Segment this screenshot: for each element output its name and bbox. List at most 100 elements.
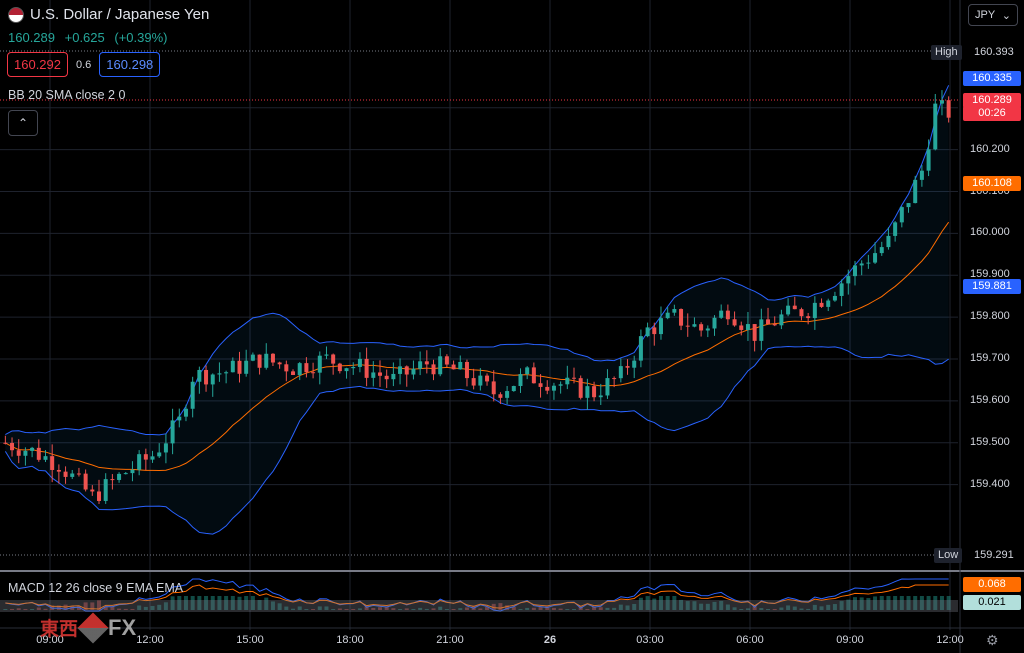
gear-icon[interactable]: ⚙ (986, 632, 999, 649)
candle-body (50, 456, 55, 470)
sell-button[interactable]: 160.292 (7, 52, 68, 77)
bb-upper-label: 160.335 (963, 71, 1021, 86)
price-chart[interactable] (0, 0, 1024, 653)
candle-body (879, 247, 884, 254)
candle-body (163, 443, 168, 453)
candle-body (56, 469, 61, 472)
y-tick-label: 159.600 (970, 393, 1010, 406)
candle-body (270, 353, 275, 363)
candle-body (792, 305, 797, 310)
candle-body (244, 360, 249, 374)
macd-value-label: 0.068 (963, 577, 1021, 592)
candle-body (832, 295, 837, 301)
candle-body (418, 361, 423, 369)
candle-body (183, 408, 188, 417)
collapse-legend-button[interactable]: ⌃ (8, 110, 38, 136)
x-tick-label: 18:00 (336, 634, 364, 646)
bb-lower-label: 159.881 (963, 279, 1021, 294)
y-tick-label: 160.200 (970, 142, 1010, 155)
candle-body (759, 319, 764, 341)
candle-body (538, 383, 543, 387)
candle-body (551, 385, 556, 391)
candle-body (324, 354, 329, 356)
candle-body (886, 235, 891, 248)
candle-body (150, 456, 155, 460)
candle-body (43, 456, 48, 460)
candle-body (424, 361, 429, 365)
candle-body (36, 447, 41, 460)
buy-button[interactable]: 160.298 (99, 52, 161, 77)
candle-body (612, 378, 617, 380)
candle-body (471, 378, 476, 386)
candle-body (23, 450, 28, 456)
candle-body (906, 203, 911, 208)
candle-body (699, 324, 704, 331)
candle-body (317, 355, 322, 373)
candle-body (919, 170, 924, 180)
candle-body (658, 318, 663, 335)
bb-basis-label: 160.108 (963, 176, 1021, 191)
candle-body (478, 375, 483, 386)
candle-body (839, 283, 844, 296)
candle-body (852, 265, 857, 277)
candle-body (632, 360, 637, 368)
spread-value: 0.6 (76, 58, 92, 71)
bb-legend[interactable]: BB 20 SMA close 2 0 (8, 88, 125, 102)
currency-select[interactable]: JPY ⌄ (968, 4, 1018, 26)
candle-body (558, 384, 563, 386)
candle-body (391, 373, 396, 380)
candle-body (946, 100, 951, 118)
candle-body (712, 317, 717, 329)
candle-body (545, 386, 550, 391)
candle-body (672, 309, 677, 313)
candle-body (819, 302, 824, 307)
x-tick-label: 15:00 (236, 634, 264, 646)
candle-body (264, 353, 269, 368)
candle-body (926, 149, 931, 171)
candle-body (625, 366, 630, 368)
candle-body (518, 374, 523, 387)
chevron-up-icon: ⌃ (17, 116, 29, 130)
candle-body (30, 447, 35, 451)
x-tick-label: 12:00 (136, 634, 164, 646)
candle-body (97, 491, 102, 501)
candle-body (411, 368, 416, 375)
candle-body (83, 473, 88, 490)
candle-body (505, 391, 510, 398)
diamond-icon (77, 611, 109, 644)
candle-body (806, 316, 811, 319)
candle-body (679, 309, 684, 326)
candle-body (913, 179, 918, 204)
candle-body (291, 371, 296, 376)
candle-body (404, 366, 409, 375)
candle-body (846, 276, 851, 284)
candle-body (585, 386, 590, 398)
candle-body (451, 364, 456, 370)
candle-body (364, 358, 369, 378)
candle-body (812, 302, 817, 319)
bb-fill (5, 85, 949, 535)
candle-body (331, 354, 336, 364)
y-tick-label: 159.800 (970, 310, 1010, 323)
candle-body (90, 489, 95, 492)
candle-body (565, 377, 570, 385)
candle-body (578, 378, 583, 398)
low-value: 159.291 (974, 549, 1014, 561)
candle-body (826, 300, 831, 307)
candle-body (665, 312, 670, 319)
candle-body (725, 310, 730, 320)
candle-body (511, 386, 516, 392)
candle-body (859, 263, 864, 266)
candle-body (739, 325, 744, 330)
candle-body (304, 363, 309, 373)
macd-zero-band (0, 600, 958, 612)
candle-body (752, 324, 757, 341)
candle-body (638, 336, 643, 361)
candle-body (893, 222, 898, 236)
candle-body (873, 253, 878, 263)
currency-label: JPY (975, 9, 996, 21)
macd-legend[interactable]: MACD 12 26 close 9 EMA EMA (8, 581, 183, 595)
candle-body (498, 394, 503, 398)
candle-body (110, 479, 115, 481)
candle-body (377, 372, 382, 376)
